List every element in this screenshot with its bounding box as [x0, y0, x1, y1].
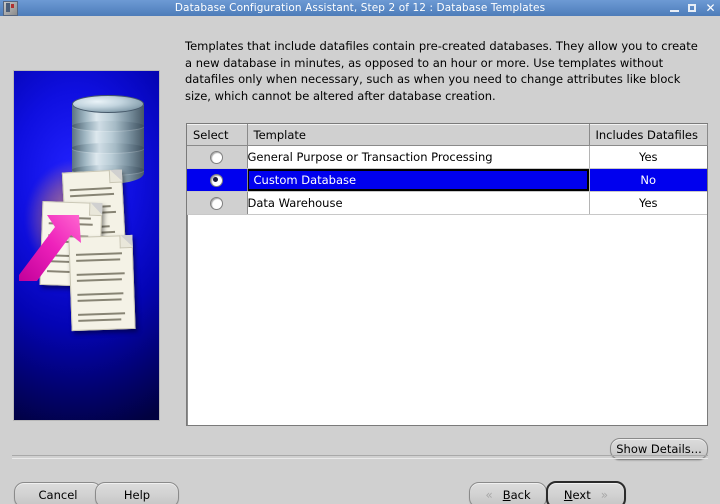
row-select-cell[interactable]: [187, 191, 248, 215]
table-row[interactable]: Data Warehouse Yes: [187, 191, 707, 215]
table-header-row: Select Template Includes Datafiles: [187, 124, 708, 146]
back-button[interactable]: « Back: [469, 482, 547, 504]
row-datafiles-cell: No: [589, 168, 707, 192]
intro-text: Templates that include datafiles contain…: [185, 39, 698, 103]
row-datafiles-cell: Yes: [589, 145, 707, 169]
back-button-label: Back: [502, 488, 531, 502]
row-template-cell[interactable]: Custom Database: [246, 168, 590, 192]
window-body: Templates that include datafiles contain…: [0, 16, 720, 504]
table-row[interactable]: General Purpose or Transaction Processin…: [187, 145, 707, 169]
window-controls: ✕: [669, 0, 716, 16]
minimize-icon[interactable]: [669, 3, 680, 14]
chevron-left-icon: «: [485, 488, 493, 502]
footer-divider: [12, 455, 708, 459]
maximize-icon[interactable]: [687, 3, 698, 14]
next-button[interactable]: Next »: [546, 481, 626, 504]
row-select-cell[interactable]: [187, 145, 248, 169]
radio-button-icon[interactable]: [210, 174, 224, 187]
template-name: Data Warehouse: [247, 196, 343, 210]
row-template-cell[interactable]: General Purpose or Transaction Processin…: [247, 145, 590, 169]
column-header-select[interactable]: Select: [187, 124, 248, 146]
template-name: General Purpose or Transaction Processin…: [247, 150, 493, 164]
template-name: Custom Database: [246, 169, 589, 191]
title-bar[interactable]: Database Configuration Assistant, Step 2…: [0, 0, 720, 17]
app-icon: [3, 0, 18, 16]
radio-button-icon[interactable]: [210, 151, 224, 164]
next-button-label: Next: [563, 488, 591, 502]
chevron-right-icon: »: [600, 488, 609, 502]
row-template-cell[interactable]: Data Warehouse: [247, 191, 590, 215]
radio-button-icon[interactable]: [210, 197, 224, 210]
close-icon[interactable]: ✕: [705, 2, 716, 14]
application-window: Database Configuration Assistant, Step 2…: [0, 0, 720, 504]
row-select-cell[interactable]: [187, 168, 248, 192]
window-title: Database Configuration Assistant, Step 2…: [174, 2, 546, 14]
column-header-includes-datafiles[interactable]: Includes Datafiles: [589, 124, 708, 146]
cancel-button[interactable]: Cancel: [14, 482, 102, 504]
arrow-icon: [17, 213, 91, 283]
illustration-panel: [13, 70, 160, 421]
templates-table[interactable]: Select Template Includes Datafiles Gener…: [186, 123, 708, 426]
row-datafiles-cell: Yes: [589, 191, 707, 215]
table-row[interactable]: Custom Database No: [187, 168, 707, 192]
help-button[interactable]: Help: [95, 482, 179, 504]
column-header-template[interactable]: Template: [247, 124, 590, 146]
